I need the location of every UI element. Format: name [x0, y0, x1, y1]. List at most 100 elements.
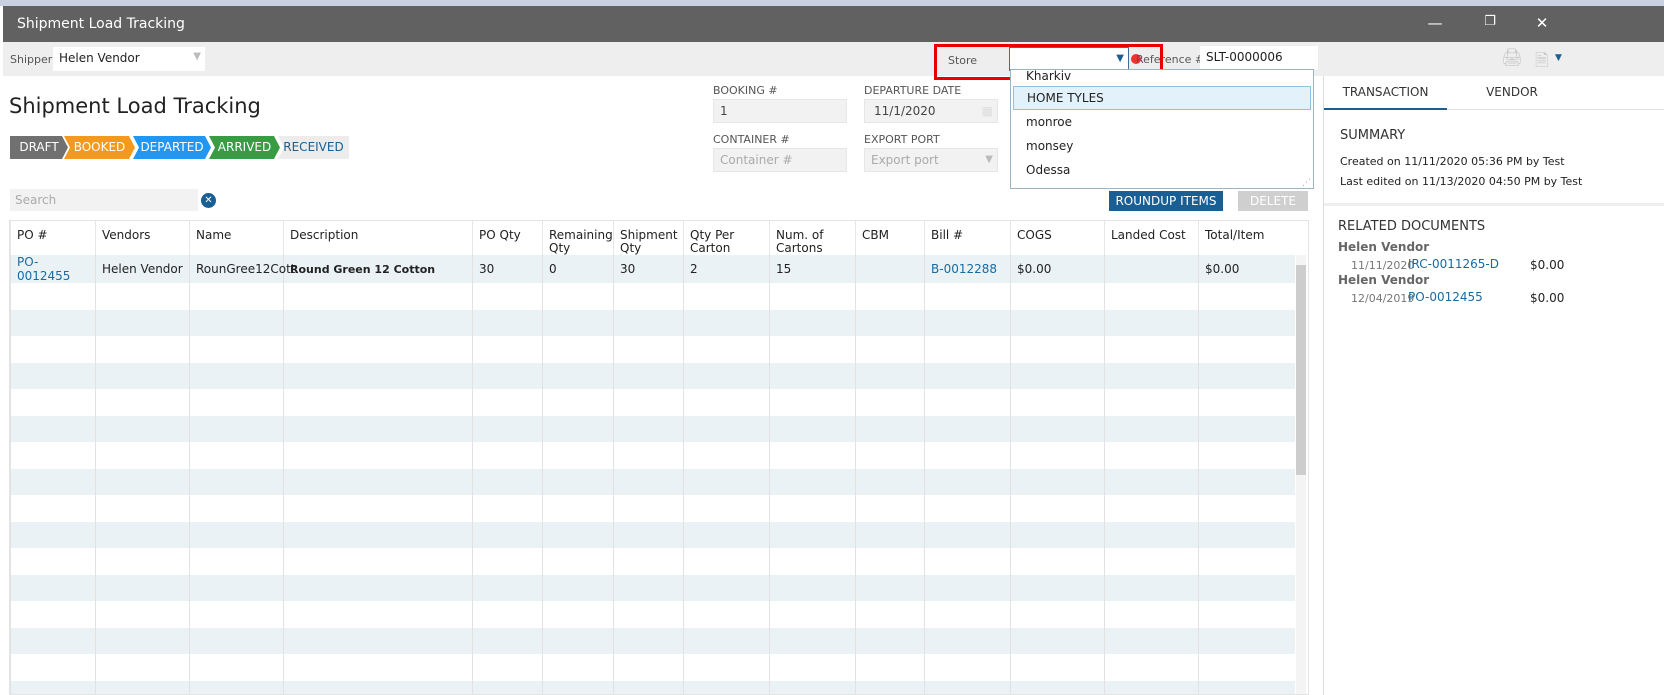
table-cell — [613, 468, 684, 495]
table-row[interactable] — [10, 362, 1295, 389]
table-cell — [95, 283, 190, 310]
table-row[interactable] — [10, 574, 1295, 601]
related-doc-link[interactable]: PO-0012455 — [1408, 290, 1483, 304]
resize-grip-icon[interactable]: ⋰ — [1302, 178, 1311, 188]
tab-transaction[interactable]: TRANSACTION — [1324, 76, 1447, 110]
table-cell — [683, 521, 770, 548]
search-input[interactable]: Search — [10, 189, 198, 211]
document-icon[interactable]: 🗎 — [1535, 48, 1549, 77]
table-cell — [283, 415, 473, 442]
scrollbar-thumb[interactable] — [1296, 265, 1306, 475]
column-header[interactable]: Remaining Qty — [542, 221, 614, 255]
table-cell: $0.00 — [1198, 255, 1295, 283]
print-icon[interactable]: 🖨 — [1501, 48, 1523, 68]
store-option[interactable]: Kharkiv — [1011, 70, 1313, 84]
table-row[interactable] — [10, 627, 1295, 654]
roundup-items-button[interactable]: ROUNDUP ITEMS — [1109, 191, 1223, 211]
table-cell — [10, 521, 96, 548]
table-cell — [283, 627, 473, 654]
column-header[interactable]: Description — [283, 221, 473, 255]
store-option[interactable]: Odessa — [1011, 158, 1313, 182]
table-cell — [95, 627, 190, 654]
store-option[interactable]: monsey — [1011, 134, 1313, 158]
table-cell[interactable]: PO-0012455 — [10, 255, 96, 283]
table-cell — [855, 627, 925, 654]
table-cell — [1010, 362, 1105, 389]
table-row[interactable]: PO-0012455 Helen Vendor RounGree12Cott Roun… — [10, 255, 1295, 283]
column-header[interactable]: Vendors — [95, 221, 190, 255]
table-cell — [769, 336, 856, 363]
table-cell — [472, 468, 543, 495]
export-port-select[interactable]: Export port ▼ — [864, 148, 998, 172]
search-placeholder: Search — [15, 193, 57, 207]
table-scrollbar[interactable] — [1296, 255, 1306, 694]
column-header[interactable]: Total/Item — [1198, 221, 1295, 255]
column-header[interactable]: Shipment Qty — [613, 221, 684, 255]
calendar-icon[interactable]: ▦ — [982, 104, 993, 118]
reference-input[interactable]: SLT-0000006 — [1200, 46, 1318, 70]
restore-icon[interactable]: ❐ — [1475, 14, 1505, 29]
table-row[interactable] — [10, 415, 1295, 442]
chevron-down-icon[interactable]: ▼ — [1555, 53, 1562, 63]
table-cell — [683, 680, 770, 694]
table-cell — [683, 442, 770, 469]
table-cell — [1198, 442, 1295, 469]
table-row[interactable] — [10, 336, 1295, 363]
table-cell — [472, 574, 543, 601]
departure-date-input[interactable]: 11/1/2020 ▦ — [864, 99, 998, 123]
delete-button[interactable]: DELETE — [1238, 191, 1308, 211]
table-cell — [542, 654, 614, 681]
table-row[interactable] — [10, 601, 1295, 628]
table-cell — [95, 309, 190, 336]
export-port-label: EXPORT PORT — [864, 133, 940, 146]
table-row[interactable] — [10, 521, 1295, 548]
table-cell — [683, 574, 770, 601]
table-cell — [472, 442, 543, 469]
table-cell — [1104, 654, 1199, 681]
table-cell — [542, 415, 614, 442]
table-cell — [10, 654, 96, 681]
shipper-select[interactable]: Helen Vendor ▼ — [53, 47, 205, 71]
table-cell[interactable]: B-0012288 — [924, 255, 1011, 283]
table-row[interactable] — [10, 654, 1295, 681]
table-row[interactable] — [10, 309, 1295, 336]
table-cell — [613, 389, 684, 416]
status-departed: DEPARTED — [133, 136, 211, 159]
column-header[interactable]: Name — [189, 221, 284, 255]
table-row[interactable] — [10, 442, 1295, 469]
store-option[interactable]: HOME TYLES — [1013, 86, 1311, 110]
column-header[interactable]: Num. of Cartons — [769, 221, 856, 255]
table-row[interactable] — [10, 283, 1295, 310]
table-cell — [1104, 601, 1199, 628]
column-header[interactable]: COGS — [1010, 221, 1105, 255]
column-header[interactable]: Bill # — [924, 221, 1011, 255]
related-doc-link[interactable]: IRC-0011265-D — [1408, 257, 1499, 271]
store-option[interactable]: monroe — [1011, 110, 1313, 134]
close-icon[interactable]: ✕ — [1527, 14, 1557, 32]
column-header[interactable]: PO Qty — [472, 221, 543, 255]
tab-vendor[interactable]: VENDOR — [1447, 76, 1577, 110]
table-row[interactable] — [10, 389, 1295, 416]
container-input[interactable]: Container # — [713, 148, 847, 172]
booking-input[interactable]: 1 — [713, 99, 847, 123]
column-header[interactable]: CBM — [855, 221, 925, 255]
column-header[interactable]: Qty Per Carton — [683, 221, 770, 255]
table-cell — [10, 283, 96, 310]
column-header[interactable]: PO # — [10, 221, 96, 255]
clear-search-icon[interactable]: ✕ — [201, 193, 216, 208]
table-cell — [855, 442, 925, 469]
minimize-icon[interactable]: — — [1420, 14, 1450, 32]
table-row[interactable] — [10, 468, 1295, 495]
table-row[interactable] — [10, 548, 1295, 575]
table-cell — [1104, 548, 1199, 575]
table-cell — [924, 601, 1011, 628]
table-cell — [542, 283, 614, 310]
page-title: Shipment Load Tracking — [9, 94, 261, 118]
table-cell — [1104, 468, 1199, 495]
table-row[interactable] — [10, 680, 1295, 694]
table-row[interactable] — [10, 495, 1295, 522]
column-header[interactable]: Landed Cost — [1104, 221, 1199, 255]
table-cell — [95, 548, 190, 575]
table-cell — [613, 521, 684, 548]
table-cell — [924, 548, 1011, 575]
